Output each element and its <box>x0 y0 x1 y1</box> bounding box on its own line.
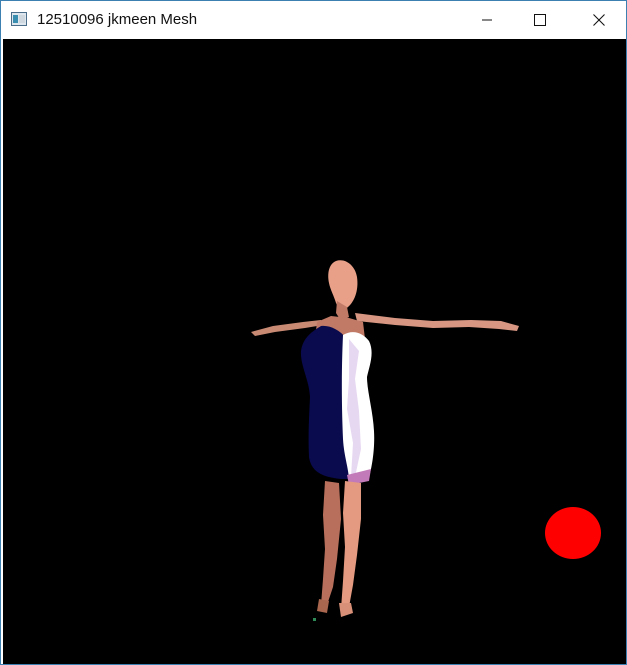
app-window-icon[interactable] <box>11 11 27 27</box>
close-button[interactable] <box>576 1 622 39</box>
maximize-icon <box>534 14 546 26</box>
mesh-head <box>328 260 358 310</box>
title-bar[interactable]: 12510096 jkmeen Mesh <box>1 1 626 39</box>
mesh-left-leg <box>321 481 341 605</box>
maximize-button[interactable] <box>517 1 563 39</box>
mesh-artifact <box>313 618 316 621</box>
render-viewport[interactable] <box>3 39 626 664</box>
mesh-right-arm <box>355 313 519 331</box>
app-window: 12510096 jkmeen Mesh <box>0 0 627 665</box>
window-title: 12510096 jkmeen Mesh <box>37 11 198 28</box>
close-icon <box>593 14 605 26</box>
mesh-scene <box>251 260 601 621</box>
mesh-figure <box>251 260 519 621</box>
minimize-icon <box>482 19 492 21</box>
mesh-right-foot <box>339 603 353 617</box>
mesh-right-leg <box>341 481 361 609</box>
light-sphere <box>545 507 601 559</box>
mesh-left-foot <box>317 599 329 613</box>
minimize-button[interactable] <box>464 1 510 39</box>
